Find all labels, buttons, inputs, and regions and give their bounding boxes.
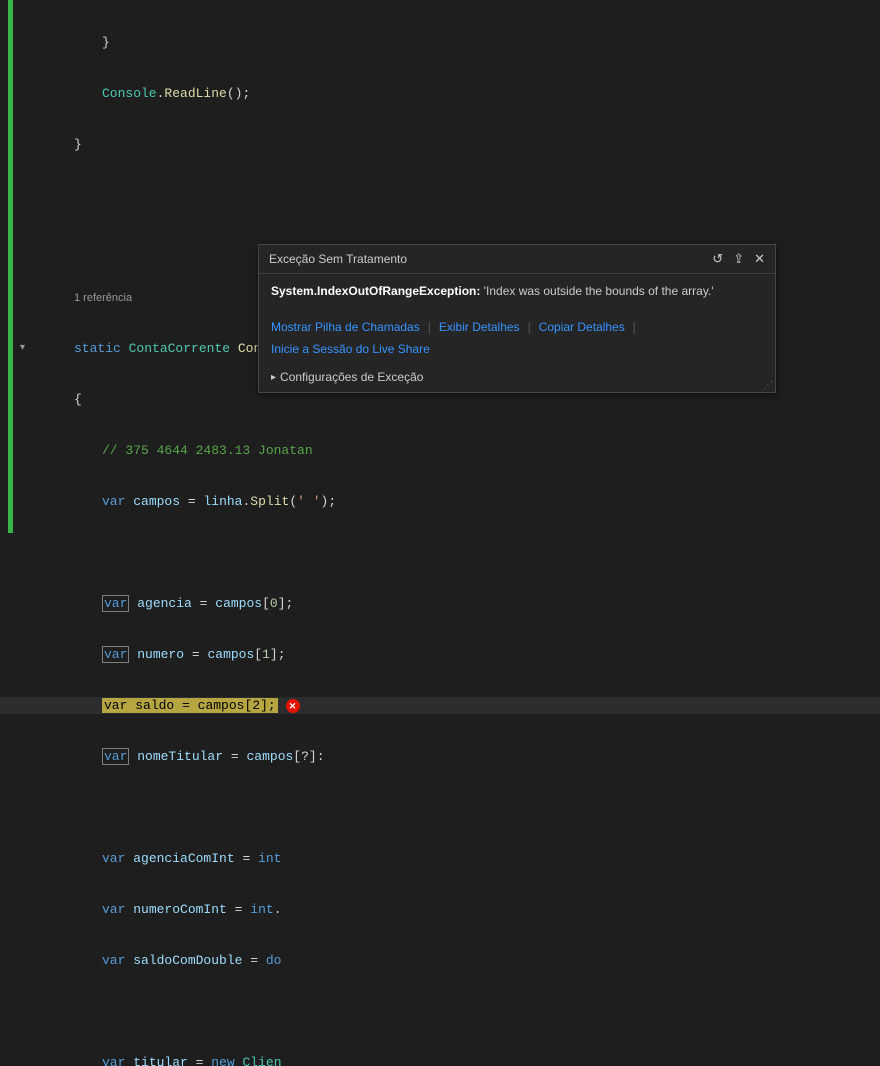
var-boxed: var bbox=[102, 646, 129, 663]
resize-grip-icon[interactable]: ⋰ bbox=[763, 380, 773, 390]
type-return: ContaCorrente bbox=[129, 341, 230, 356]
popup-footer[interactable]: ▸ Configurações de Exceção bbox=[259, 364, 775, 392]
link-callstack[interactable]: Mostrar Pilha de Chamadas bbox=[271, 320, 420, 334]
highlighted-statement: var saldo = campos[2]; bbox=[102, 698, 278, 713]
error-icon[interactable] bbox=[286, 699, 300, 713]
popup-header: Exceção Sem Tratamento ↺ ⇪ ✕ bbox=[259, 245, 775, 274]
collapse-icon[interactable]: ▾ bbox=[20, 340, 25, 357]
kw-static: static bbox=[74, 341, 121, 356]
editor-gutter bbox=[0, 0, 14, 533]
popup-body: System.IndexOutOfRangeException: 'Index … bbox=[259, 274, 775, 312]
chevron-right-icon: ▸ bbox=[271, 372, 276, 383]
exception-message: 'Index was outside the bounds of the arr… bbox=[484, 284, 714, 298]
brace: { bbox=[74, 392, 82, 407]
exception-settings-label: Configurações de Exceção bbox=[280, 370, 423, 384]
link-show-details[interactable]: Exibir Detalhes bbox=[439, 320, 520, 334]
brace: } bbox=[102, 35, 110, 50]
method-readline: ReadLine bbox=[164, 86, 226, 101]
gutter-change-marker bbox=[8, 0, 13, 533]
current-execution-line: var saldo = campos[2]; bbox=[0, 697, 880, 714]
code-editor[interactable]: } Console.ReadLine(); } 1 referência ▾st… bbox=[0, 0, 880, 1066]
popup-links: Mostrar Pilha de Chamadas | Exibir Detal… bbox=[259, 312, 775, 364]
link-copy-details[interactable]: Copiar Detalhes bbox=[539, 320, 625, 334]
link-live-share[interactable]: Inicie a Sessão do Live Share bbox=[271, 342, 430, 356]
brace: } bbox=[74, 137, 82, 152]
var-boxed: var bbox=[102, 595, 129, 612]
codelens-references[interactable]: 1 referência bbox=[74, 292, 132, 304]
close-icon[interactable]: ✕ bbox=[754, 251, 765, 267]
type-console: Console bbox=[102, 86, 157, 101]
comment-line: // 375 4644 2483.13 Jonatan bbox=[102, 443, 313, 458]
exception-popup[interactable]: Exceção Sem Tratamento ↺ ⇪ ✕ System.Inde… bbox=[258, 244, 776, 393]
history-icon[interactable]: ↺ bbox=[712, 251, 723, 267]
var-boxed: var bbox=[102, 748, 129, 765]
popup-title: Exceção Sem Tratamento bbox=[269, 252, 407, 266]
pin-icon[interactable]: ⇪ bbox=[733, 251, 744, 267]
exception-type: System.IndexOutOfRangeException: bbox=[271, 284, 480, 298]
